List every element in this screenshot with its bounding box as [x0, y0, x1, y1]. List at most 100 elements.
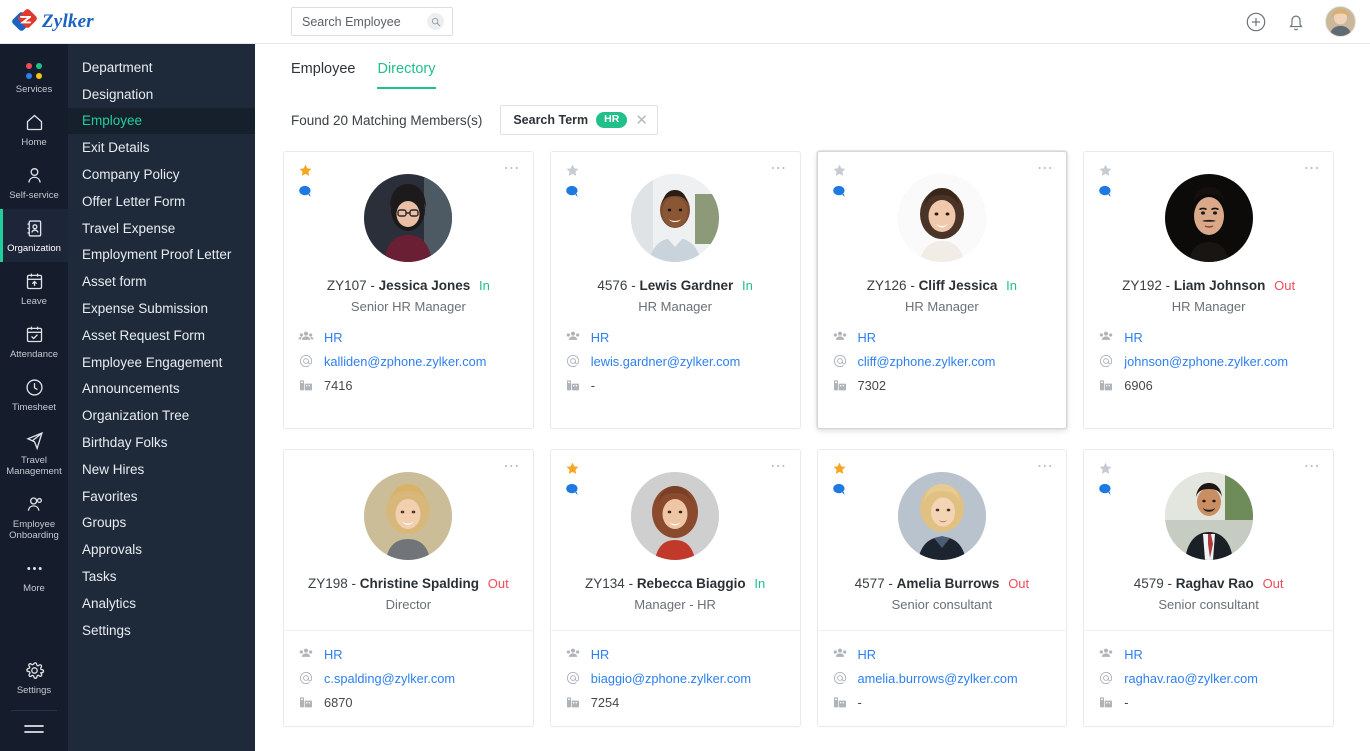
search-term-label: Search Term: [513, 113, 588, 127]
email-value[interactable]: johnson@zphone.zylker.com: [1124, 354, 1288, 369]
employee-card[interactable]: ⋯ ZY107 - Jessica Jones In Senior HR Man…: [283, 151, 534, 429]
employee-card[interactable]: ⋯ ZY134 - Rebecca Biaggio In Manager - H…: [550, 449, 801, 727]
submenu-item-company-policy[interactable]: Company Policy: [68, 161, 255, 188]
card-divider: [551, 630, 800, 631]
search-input[interactable]: [302, 15, 412, 29]
employee-card[interactable]: ⋯ 4577 - Amelia Burrows Out Senior consu…: [817, 449, 1068, 727]
department-value[interactable]: HR: [591, 330, 609, 345]
card-more-icon[interactable]: ⋯: [1304, 462, 1321, 472]
email-value[interactable]: lewis.gardner@zylker.com: [591, 354, 741, 369]
email-value[interactable]: c.spalding@zylker.com: [324, 671, 455, 686]
rail-item-attendance[interactable]: Attendance: [0, 315, 68, 368]
rail-item-employee-onboarding[interactable]: Employee Onboarding: [0, 485, 68, 549]
star-icon[interactable]: [832, 461, 847, 476]
submenu-item-tasks[interactable]: Tasks: [68, 563, 255, 590]
employee-name-line: 4576 - Lewis Gardner In: [565, 278, 786, 293]
search-icon[interactable]: [427, 13, 444, 30]
submenu-item-new-hires[interactable]: New Hires: [68, 456, 255, 483]
submenu-item-asset-request-form[interactable]: Asset Request Form: [68, 322, 255, 349]
avatar[interactable]: [1325, 6, 1356, 37]
employee-card[interactable]: ⋯ 4579 - Raghav Rao Out Senior consultan…: [1083, 449, 1334, 727]
department-value[interactable]: HR: [858, 330, 876, 345]
email-value[interactable]: kalliden@zphone.zylker.com: [324, 354, 486, 369]
submenu-item-employee-engagement[interactable]: Employee Engagement: [68, 349, 255, 376]
star-icon[interactable]: [1098, 163, 1113, 178]
star-icon[interactable]: [298, 163, 313, 178]
submenu-item-employee[interactable]: Employee: [68, 108, 255, 135]
close-icon[interactable]: ✕: [635, 113, 648, 128]
rail-item-timesheet[interactable]: Timesheet: [0, 368, 68, 421]
rail-item-self-service[interactable]: Self-service: [0, 156, 68, 209]
tab-employee[interactable]: Employee: [291, 61, 355, 89]
submenu-item-designation[interactable]: Designation: [68, 81, 255, 108]
directory-scroll-area[interactable]: ⋯ ZY107 - Jessica Jones In Senior HR Man…: [255, 135, 1370, 751]
tab-label: Directory: [377, 61, 435, 77]
card-more-icon[interactable]: ⋯: [1037, 462, 1054, 472]
department-value[interactable]: HR: [324, 330, 342, 345]
submenu-label: Exit Details: [82, 140, 150, 155]
submenu-item-exit-details[interactable]: Exit Details: [68, 134, 255, 161]
email-value[interactable]: biaggio@zphone.zylker.com: [591, 671, 751, 686]
department-value[interactable]: HR: [1124, 647, 1142, 662]
card-more-icon[interactable]: ⋯: [770, 462, 787, 472]
employee-role: HR Manager: [1098, 299, 1319, 314]
submenu-item-organization-tree[interactable]: Organization Tree: [68, 402, 255, 429]
card-more-icon[interactable]: ⋯: [503, 462, 520, 472]
status-badge: In: [479, 278, 490, 293]
search-term-chip[interactable]: Search Term HR ✕: [500, 105, 658, 135]
employee-card[interactable]: ⋯ ZY126 - Cliff Jessica In HR Manager: [817, 151, 1068, 429]
bell-icon[interactable]: [1285, 11, 1307, 33]
rail-item-organization[interactable]: Organization: [0, 209, 68, 262]
chat-icon[interactable]: [832, 482, 847, 497]
star-icon[interactable]: [832, 163, 847, 178]
rail-item-settings[interactable]: Settings: [0, 651, 68, 704]
chat-icon[interactable]: [565, 184, 580, 199]
card-more-icon[interactable]: ⋯: [770, 164, 787, 174]
star-icon[interactable]: [565, 461, 580, 476]
submenu-item-announcements[interactable]: Announcements: [68, 376, 255, 403]
department-value[interactable]: HR: [591, 647, 609, 662]
submenu-item-department[interactable]: Department: [68, 54, 255, 81]
search-employee-box[interactable]: [291, 7, 453, 36]
app-logo[interactable]: Zylker: [0, 11, 255, 33]
department-value[interactable]: HR: [1124, 330, 1142, 345]
chat-icon[interactable]: [565, 482, 580, 497]
email-value[interactable]: raghav.rao@zylker.com: [1124, 671, 1258, 686]
employee-card[interactable]: ⋯ ZY198 - Christine Spalding Out Directo…: [283, 449, 534, 727]
chat-icon[interactable]: [832, 184, 847, 199]
submenu-item-groups[interactable]: Groups: [68, 510, 255, 537]
chat-icon[interactable]: [298, 184, 313, 199]
submenu-item-offer-letter-form[interactable]: Offer Letter Form: [68, 188, 255, 215]
rail-item-leave[interactable]: Leave: [0, 262, 68, 315]
star-icon[interactable]: [1098, 461, 1113, 476]
submenu-item-approvals[interactable]: Approvals: [68, 536, 255, 563]
submenu-item-birthday-folks[interactable]: Birthday Folks: [68, 429, 255, 456]
card-more-icon[interactable]: ⋯: [503, 164, 520, 174]
submenu-item-analytics[interactable]: Analytics: [68, 590, 255, 617]
chat-icon[interactable]: [1098, 482, 1113, 497]
submenu-item-favorites[interactable]: Favorites: [68, 483, 255, 510]
department-value[interactable]: HR: [324, 647, 342, 662]
email-value[interactable]: cliff@zphone.zylker.com: [858, 354, 996, 369]
star-icon[interactable]: [565, 163, 580, 178]
rail-item-services[interactable]: Services: [0, 54, 68, 103]
submenu-item-expense-submission[interactable]: Expense Submission: [68, 295, 255, 322]
submenu-item-travel-expense[interactable]: Travel Expense: [68, 215, 255, 242]
card-more-icon[interactable]: ⋯: [1304, 164, 1321, 174]
submenu-item-asset-form[interactable]: Asset form: [68, 268, 255, 295]
hamburger-icon[interactable]: [0, 711, 68, 745]
email-value[interactable]: amelia.burrows@zylker.com: [858, 671, 1018, 686]
employee-card[interactable]: ⋯ ZY192 - Liam Johnson Out HR Manager: [1083, 151, 1334, 429]
extension-value: 7254: [591, 695, 619, 710]
rail-item-more[interactable]: More: [0, 549, 68, 602]
tab-directory[interactable]: Directory: [377, 61, 435, 89]
submenu-item-settings[interactable]: Settings: [68, 617, 255, 644]
employee-card[interactable]: ⋯ 4576 - Lewis Gardner In HR Manager: [550, 151, 801, 429]
department-value[interactable]: HR: [858, 647, 876, 662]
rail-item-travel-management[interactable]: Travel Management: [0, 421, 68, 485]
chat-icon[interactable]: [1098, 184, 1113, 199]
card-more-icon[interactable]: ⋯: [1037, 164, 1054, 174]
submenu-item-employment-proof-letter[interactable]: Employment Proof Letter: [68, 242, 255, 269]
rail-item-home[interactable]: Home: [0, 103, 68, 156]
plus-circle-icon[interactable]: [1245, 11, 1267, 33]
